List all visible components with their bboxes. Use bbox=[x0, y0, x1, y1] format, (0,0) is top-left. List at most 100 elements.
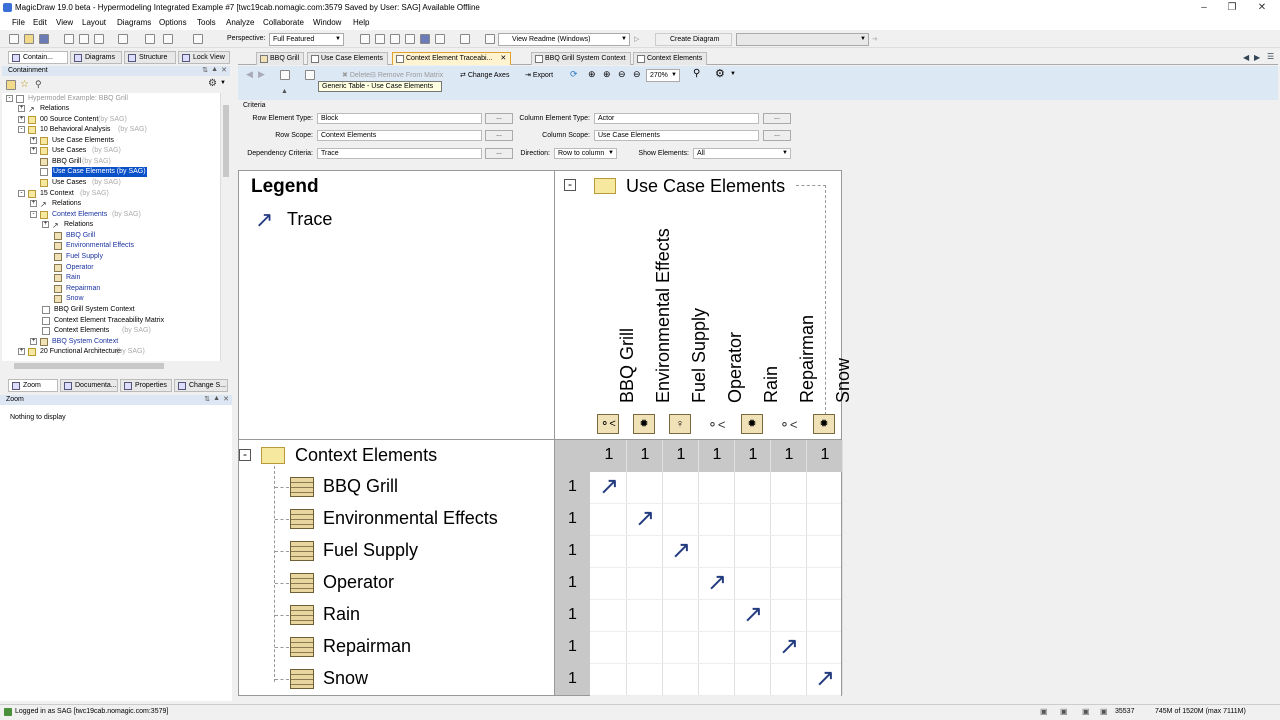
tree-node[interactable]: +00 Source Content (by SAG) bbox=[18, 115, 208, 125]
row-type-field[interactable]: Block bbox=[317, 113, 482, 124]
trace-arrow-cell[interactable]: ↗ bbox=[627, 505, 663, 533]
new-icon[interactable] bbox=[9, 34, 19, 44]
tree-node[interactable]: Context Elements (by SAG) bbox=[42, 326, 212, 336]
maximize-button[interactable]: ❐ bbox=[1218, 0, 1246, 16]
menu-edit[interactable]: Edit bbox=[33, 18, 47, 27]
tool-icon-h[interactable] bbox=[485, 34, 495, 44]
close-panel-icon[interactable]: ✕ bbox=[221, 66, 227, 74]
tab-zoom[interactable]: Zoom bbox=[8, 379, 58, 392]
save-icon[interactable] bbox=[39, 34, 49, 44]
chevron-down-icon[interactable]: ▼ bbox=[220, 80, 226, 86]
tree-node[interactable]: + Use Cases (by SAG) bbox=[30, 146, 210, 156]
minimize-panel-icon[interactable]: ⇅ bbox=[204, 395, 210, 403]
col-type-field[interactable]: Actor bbox=[594, 113, 759, 124]
tree-node[interactable]: Operator bbox=[54, 263, 214, 273]
change-axes-button[interactable]: ⇄ Change Axes bbox=[460, 71, 509, 79]
gear-icon[interactable]: ⚙ bbox=[208, 78, 217, 89]
tool-icon-c[interactable] bbox=[390, 34, 400, 44]
tree-node[interactable]: - 15 Context (by SAG) bbox=[18, 189, 208, 199]
tree-node[interactable]: Fuel Supply bbox=[54, 252, 214, 262]
menu-collaborate[interactable]: Collaborate bbox=[263, 18, 304, 27]
menu-help[interactable]: Help bbox=[353, 18, 369, 27]
zoom-out-alt-icon[interactable]: ⊖ bbox=[618, 69, 626, 80]
tab-documentation[interactable]: Documenta... bbox=[60, 379, 118, 392]
go-icon[interactable]: ➜ bbox=[872, 35, 878, 43]
status-icon-c[interactable]: ▣ bbox=[1082, 707, 1090, 716]
perspective-select[interactable]: Full Featured ▼ bbox=[269, 33, 344, 46]
tab-scroll-left-icon[interactable]: ◀ bbox=[1243, 53, 1249, 62]
print-icon[interactable] bbox=[79, 34, 89, 44]
gear-icon[interactable]: ⚙ bbox=[715, 67, 725, 80]
tree-node[interactable]: + Use Case Elements bbox=[30, 136, 210, 146]
play-icon[interactable]: ▷ bbox=[634, 35, 639, 43]
column-header[interactable]: BBQ Grill bbox=[617, 328, 638, 403]
remove-from-matrix-button[interactable]: ⊟ Remove From Matrix bbox=[370, 71, 443, 79]
tab-bbq-grill[interactable]: BBQ Grill bbox=[256, 52, 305, 65]
tree-node[interactable]: - Hypermodel Example: BBQ Grill bbox=[6, 94, 206, 104]
scroll-thumb[interactable] bbox=[14, 363, 164, 369]
menu-view[interactable]: View bbox=[56, 18, 73, 27]
minimize-button[interactable]: – bbox=[1190, 0, 1218, 16]
column-header[interactable]: Repairman bbox=[797, 315, 818, 403]
expand-icon[interactable]: + bbox=[18, 105, 25, 112]
tab-context-elements[interactable]: Context Elements bbox=[633, 52, 708, 65]
undo-icon[interactable] bbox=[118, 34, 128, 44]
trace-arrow-cell[interactable]: ↗ bbox=[807, 665, 843, 693]
tree-node[interactable]: BBQ Grill bbox=[54, 231, 214, 241]
column-header[interactable]: Rain bbox=[761, 366, 782, 403]
column-header[interactable]: Fuel Supply bbox=[689, 308, 710, 403]
expand-icon[interactable]: + bbox=[30, 338, 37, 345]
tab-list-icon[interactable]: ☰ bbox=[1267, 52, 1274, 61]
chevron-down-icon[interactable]: ▼ bbox=[730, 71, 736, 77]
row-header[interactable]: BBQ Grill bbox=[323, 476, 398, 497]
row-scope-field[interactable]: Context Elements bbox=[317, 130, 482, 141]
tree-node[interactable]: - 10 Behavioral Analysis (by SAG) bbox=[18, 125, 208, 135]
menu-window[interactable]: Window bbox=[313, 18, 341, 27]
minimize-panel-icon[interactable]: ⇅ bbox=[202, 66, 208, 74]
refresh-icon[interactable]: ⟳ bbox=[570, 69, 578, 80]
tool-icon-b[interactable] bbox=[375, 34, 385, 44]
zoom-fit-icon[interactable]: ⊕ bbox=[603, 69, 611, 80]
hand-icon[interactable] bbox=[163, 34, 173, 44]
menu-diagrams[interactable]: Diagrams bbox=[117, 18, 151, 27]
collapse-icon[interactable]: - bbox=[239, 448, 251, 461]
tool-icon-f[interactable] bbox=[435, 34, 445, 44]
tree-node[interactable]: Repairman bbox=[54, 284, 214, 294]
tree-node-selected[interactable]: Use Case Elements (by SAG) bbox=[30, 167, 210, 177]
open-icon[interactable] bbox=[24, 34, 34, 44]
trace-arrow-cell[interactable]: ↗ bbox=[735, 601, 771, 629]
tree-node[interactable]: Snow bbox=[54, 294, 214, 304]
zoom-in-icon[interactable]: ⊕ bbox=[588, 69, 596, 80]
create-diagram-button[interactable]: Create Diagram bbox=[655, 33, 732, 46]
status-icon-a[interactable]: ▣ bbox=[1040, 707, 1048, 716]
col-scope-field[interactable]: Use Case Elements bbox=[594, 130, 759, 141]
collapse-icon[interactable]: - bbox=[18, 190, 25, 197]
collapse-criteria-icon[interactable]: ▲ bbox=[281, 88, 288, 95]
close-panel-icon[interactable]: ✕ bbox=[223, 395, 229, 403]
tree-scrollbar[interactable] bbox=[220, 93, 230, 361]
tab-structure[interactable]: Structure bbox=[124, 51, 176, 64]
row-header[interactable]: Repairman bbox=[323, 636, 411, 657]
tab-diagrams[interactable]: Diagrams bbox=[70, 51, 122, 64]
forward-icon[interactable]: ▶ bbox=[258, 69, 265, 80]
copy-icon[interactable] bbox=[280, 70, 290, 80]
collapse-icon[interactable]: - bbox=[30, 211, 37, 218]
expand-icon[interactable]: + bbox=[18, 116, 25, 123]
dependency-field[interactable]: Trace bbox=[317, 148, 482, 159]
pin-icon[interactable]: ▲ bbox=[213, 395, 220, 402]
row-header[interactable]: Environmental Effects bbox=[323, 508, 498, 529]
menu-analyze[interactable]: Analyze bbox=[226, 18, 254, 27]
row-type-browse-button[interactable]: ... bbox=[485, 113, 513, 124]
back-icon[interactable]: ◀ bbox=[246, 69, 253, 80]
expand-icon[interactable]: + bbox=[18, 348, 25, 355]
tree-node[interactable]: + ↗ Relations bbox=[42, 220, 212, 230]
tool-icon-g[interactable] bbox=[460, 34, 470, 44]
tree-node[interactable]: Rain bbox=[54, 273, 214, 283]
trace-arrow-cell[interactable]: ↗ bbox=[591, 473, 627, 501]
expand-icon[interactable]: + bbox=[30, 147, 37, 154]
expand-icon[interactable]: + bbox=[30, 200, 37, 207]
close-tab-icon[interactable]: ✕ bbox=[500, 55, 506, 62]
col-type-browse-button[interactable]: ... bbox=[763, 113, 791, 124]
col-scope-browse-button[interactable]: ... bbox=[763, 130, 791, 141]
tree-node[interactable]: + ↗ Relations bbox=[18, 104, 208, 114]
